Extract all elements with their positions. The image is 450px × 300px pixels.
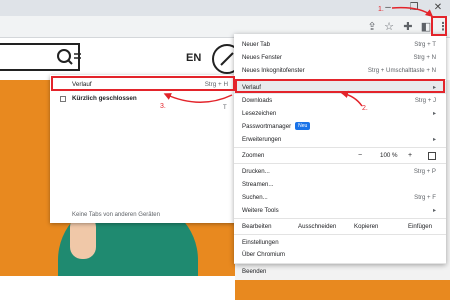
annotation-step-1: 1.: [378, 6, 384, 13]
annotation-step-3: 3.: [160, 103, 166, 110]
annotation-arrows: [163, 6, 434, 107]
annotation-step-2: 2.: [362, 105, 368, 112]
